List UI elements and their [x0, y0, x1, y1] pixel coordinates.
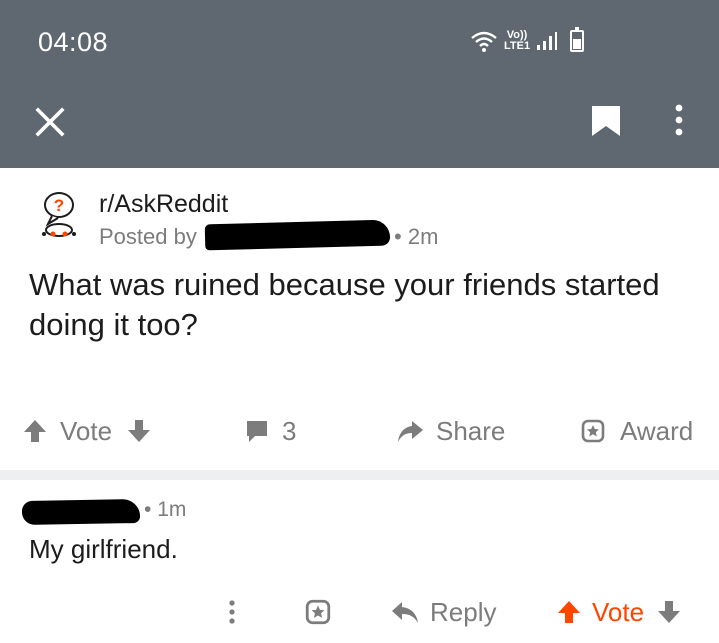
award-icon [305, 599, 331, 625]
svg-text:?: ? [54, 196, 64, 215]
reply-label: Reply [430, 596, 497, 627]
comment-age-value: 1m [157, 498, 187, 521]
award-icon [581, 419, 605, 443]
comment-body: My girlfriend. [29, 534, 178, 564]
lte-label: LTE1 [504, 40, 531, 52]
post-age-value: 2m [407, 224, 439, 249]
status-bar: 04:08 Vo)) LTE1 [0, 0, 719, 86]
share-label: Share [436, 415, 506, 446]
section-divider [0, 470, 719, 480]
comment-vote-group: Vote [556, 594, 682, 630]
reply-arrow-icon [392, 602, 418, 623]
post-title[interactable]: What was ruined because your friends sta… [29, 265, 689, 345]
subreddit-avatar-icon[interactable]: ? [34, 190, 84, 242]
post-timestamp: • 2m [394, 224, 439, 249]
post-toolbar [0, 86, 719, 168]
close-icon[interactable] [32, 104, 68, 140]
upvote-arrow-icon[interactable] [556, 599, 582, 625]
redacted-username [204, 219, 391, 251]
award-button[interactable]: Award [580, 414, 693, 448]
award-label: Award [620, 415, 694, 446]
posted-by-label: Posted by [99, 224, 197, 249]
comment-count: 3 [282, 415, 297, 446]
upvote-arrow-icon[interactable] [22, 418, 48, 444]
comment-bubble-icon [247, 421, 267, 442]
comment-award-button[interactable] [304, 594, 332, 630]
signal-icon [537, 32, 558, 50]
redacted-commenter [21, 498, 141, 526]
comment-timestamp: • 1m [144, 498, 187, 521]
network-type-label: Vo)) LTE1 [504, 30, 530, 52]
post-actions-bar: Vote 3 Share Award [0, 408, 719, 454]
comment-vote-label: Vote [592, 596, 645, 627]
battery-icon [570, 27, 585, 52]
share-button[interactable]: Share [396, 414, 505, 448]
comments-button[interactable]: 3 [244, 414, 296, 448]
post-vote-group: Vote [22, 414, 152, 448]
subreddit-name-link[interactable]: r/AskReddit [99, 190, 228, 219]
status-time: 04:08 [38, 27, 109, 57]
post-vote-label: Vote [60, 415, 113, 446]
more-vertical-icon[interactable] [664, 100, 694, 140]
comment-actions-bar: Reply Vote [0, 590, 719, 634]
more-vertical-icon [229, 600, 235, 624]
bookmark-icon[interactable] [588, 100, 624, 140]
wifi-icon [471, 31, 497, 52]
share-arrow-icon [398, 421, 423, 442]
comment-reply-button[interactable]: Reply [390, 594, 496, 630]
status-icons: Vo)) LTE1 [470, 26, 585, 56]
comment-more-button[interactable] [222, 594, 242, 630]
downvote-arrow-icon[interactable] [126, 418, 152, 444]
downvote-arrow-icon[interactable] [656, 599, 682, 625]
